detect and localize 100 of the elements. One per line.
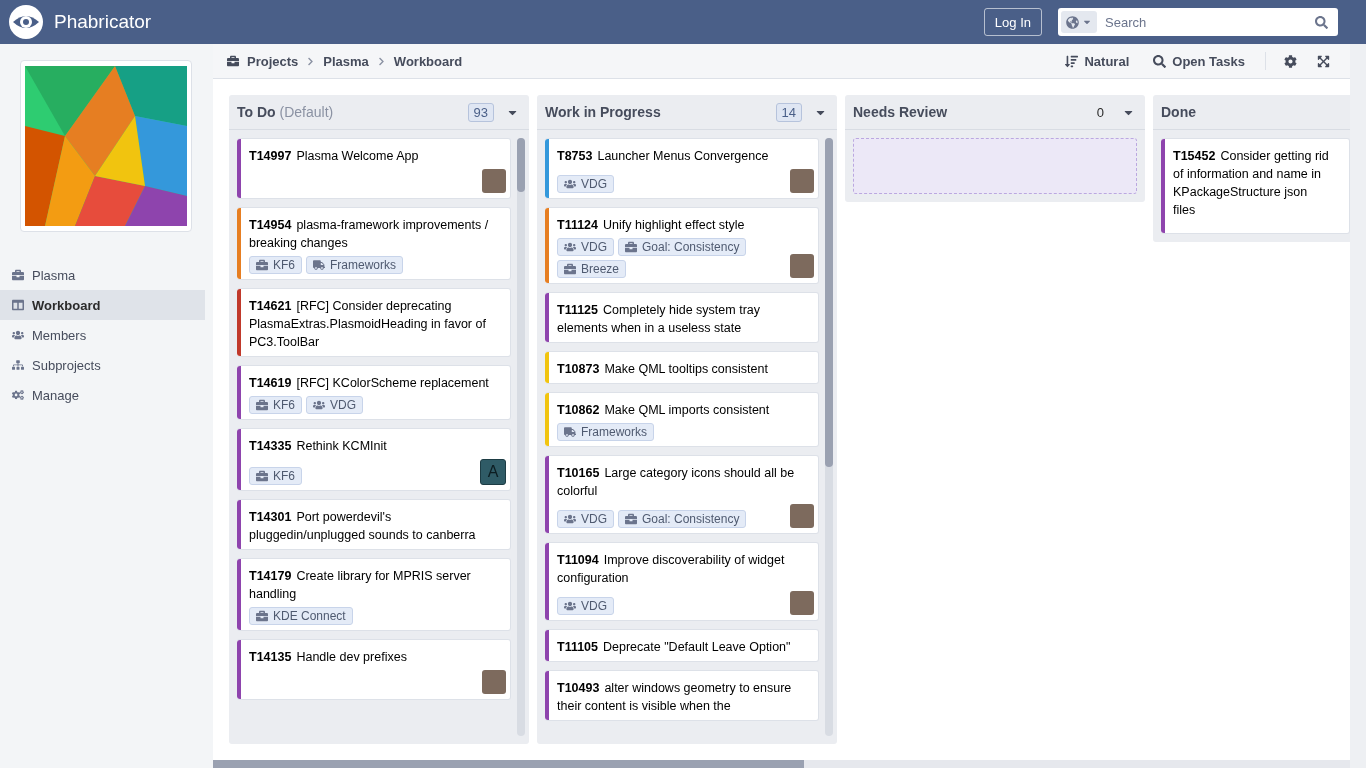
briefcase-icon bbox=[625, 241, 637, 253]
avatar-photo-placeholder bbox=[790, 504, 814, 528]
briefcase-icon bbox=[256, 399, 268, 411]
task-title[interactable]: T14179 Create library for MPRIS server handling bbox=[249, 567, 506, 603]
task-card[interactable]: T14135 Handle dev prefixes bbox=[237, 639, 511, 700]
task-title[interactable]: T15452 Consider getting rid of information and name in KPackageStructure json files bbox=[1173, 147, 1345, 219]
scope-dropdown[interactable] bbox=[1061, 11, 1097, 33]
scrollbar[interactable] bbox=[517, 138, 525, 736]
task-title[interactable]: T10165 Large category icons should all be colorful bbox=[557, 464, 814, 500]
briefcase-icon bbox=[227, 55, 239, 67]
avatar-photo-placeholder bbox=[482, 169, 506, 193]
task-count: 93 bbox=[467, 102, 494, 122]
task-card[interactable]: T14621 [RFC] Consider deprecating PlasmaExtras.PlasmoidHeading in favor of PC3.ToolBar bbox=[237, 288, 511, 357]
sidebar-item[interactable]: Workboard bbox=[0, 290, 205, 320]
search-icon bbox=[1153, 54, 1167, 68]
briefcase-icon bbox=[564, 263, 576, 275]
project-tag[interactable]: Goal: Consistency bbox=[618, 238, 747, 256]
project-tag[interactable]: VDG bbox=[557, 238, 614, 256]
project-tag[interactable]: VDG bbox=[557, 175, 614, 193]
task-card[interactable]: T14954 plasma-framework improvements / breaking changes KF6 Frameworks bbox=[237, 207, 511, 280]
task-title[interactable]: T11094 Improve discoverability of widget configuration bbox=[557, 551, 814, 587]
task-title[interactable]: T11124 Unify highlight effect style bbox=[557, 216, 814, 234]
search-button[interactable] bbox=[1309, 8, 1338, 36]
task-card[interactable]: T10493 alter windows geometry to ensure their content is visible when the bbox=[545, 670, 819, 721]
briefcase-icon bbox=[256, 470, 268, 482]
task-title[interactable]: T10862 Make QML imports consistent bbox=[557, 401, 814, 419]
avatar-photo-placeholder bbox=[790, 591, 814, 615]
task-title[interactable]: T14619 [RFC] KColorScheme replacement bbox=[249, 374, 506, 392]
column-title: Needs Review bbox=[853, 104, 949, 120]
project-tag[interactable]: KF6 bbox=[249, 467, 302, 485]
task-title[interactable]: T14301 Port powerdevil's pluggedin/unplugged sounds to canberra bbox=[249, 508, 506, 544]
toolbar-button[interactable]: Open Tasks bbox=[1145, 53, 1253, 69]
search-field[interactable]: Search bbox=[1097, 8, 1309, 36]
sidebar-item[interactable]: Plasma bbox=[0, 260, 205, 290]
column-title: Done bbox=[1161, 104, 1197, 120]
users-icon bbox=[564, 241, 576, 253]
briefcase-icon bbox=[625, 513, 637, 525]
login-button[interactable]: Log In bbox=[983, 8, 1042, 36]
avatar-photo-placeholder bbox=[790, 169, 814, 193]
breadcrumb-link[interactable]: Workboard bbox=[393, 53, 463, 69]
project-tag[interactable]: VDG bbox=[557, 510, 614, 528]
gears-icon bbox=[12, 389, 24, 401]
briefcase-icon bbox=[12, 269, 24, 281]
chevron-icon bbox=[376, 56, 386, 66]
task-title[interactable]: T10493 alter windows geometry to ensure their content is visible when the bbox=[557, 679, 814, 715]
task-count: 0 bbox=[1095, 103, 1105, 122]
breadcrumb-link[interactable]: Projects bbox=[247, 53, 299, 69]
truck-icon bbox=[564, 426, 576, 438]
task-card[interactable]: T14335 Rethink KCMInit KF6 A bbox=[237, 428, 511, 491]
breadcrumb-link[interactable]: Plasma bbox=[323, 53, 369, 69]
task-card[interactable]: T10165 Large category icons should all be colorful VDG Goal: Consistency bbox=[545, 455, 819, 534]
task-count: 14 bbox=[775, 102, 802, 122]
task-title[interactable]: T10873 Make QML tooltips consistent bbox=[557, 360, 814, 378]
task-title[interactable]: T14954 plasma-framework improvements / breaking changes bbox=[249, 216, 506, 252]
sidebar-item[interactable]: Subprojects bbox=[0, 350, 205, 380]
column-title: Work in Progress bbox=[545, 104, 662, 120]
horizontal-scrollbar[interactable] bbox=[213, 760, 1350, 768]
task-card[interactable]: T14997 Plasma Welcome App bbox=[237, 138, 511, 199]
search-icon bbox=[1315, 15, 1328, 29]
project-tag[interactable]: KF6 bbox=[249, 396, 302, 414]
task-card[interactable]: T14301 Port powerdevil's pluggedin/unplugged sounds to canberra bbox=[237, 499, 511, 550]
project-tag[interactable]: KDE Connect bbox=[249, 607, 353, 625]
task-title[interactable]: T8753 Launcher Menus Convergence bbox=[557, 147, 814, 165]
task-card[interactable]: T11094 Improve discoverability of widget configuration VDG bbox=[545, 542, 819, 621]
letter-avatar: A bbox=[480, 459, 506, 485]
scrollbar[interactable] bbox=[825, 138, 833, 736]
sidebar-item[interactable]: Manage bbox=[0, 380, 205, 410]
task-card[interactable]: T14619 [RFC] KColorScheme replacement KF6 VDG bbox=[237, 365, 511, 420]
project-tag[interactable]: Frameworks bbox=[306, 256, 404, 274]
avatar-photo-placeholder bbox=[482, 670, 506, 694]
task-title[interactable]: T14997 Plasma Welcome App bbox=[249, 147, 506, 165]
project-tag[interactable]: VDG bbox=[557, 597, 614, 615]
project-tag[interactable]: VDG bbox=[306, 396, 364, 414]
task-title[interactable]: T14621 [RFC] Consider deprecating PlasmaExtras.PlasmoidHeading in favor of PC3.ToolBar bbox=[249, 297, 506, 351]
task-title[interactable]: T11105 Deprecate "Default Leave Option" bbox=[557, 638, 814, 656]
task-card[interactable]: T10873 Make QML tooltips consistent bbox=[545, 351, 819, 384]
truck-icon bbox=[313, 259, 325, 271]
task-card[interactable]: T11124 Unify highlight effect style VDG Goal: Consistency Breeze bbox=[545, 207, 819, 284]
app-name[interactable]: Phabricator bbox=[54, 11, 152, 33]
project-tag[interactable]: KF6 bbox=[249, 256, 302, 274]
task-card[interactable]: T11125 Completely hide system tray elements when in a useless state bbox=[545, 292, 819, 343]
project-tag[interactable]: Breeze bbox=[557, 260, 627, 278]
vertical-scrollbar[interactable] bbox=[1350, 44, 1366, 768]
task-card[interactable]: T11105 Deprecate "Default Leave Option" bbox=[545, 629, 819, 662]
sort-icon bbox=[1065, 54, 1079, 68]
board-icon bbox=[12, 299, 24, 311]
sidebar-item[interactable]: Members bbox=[0, 320, 205, 350]
project-tag[interactable]: Frameworks bbox=[557, 423, 654, 441]
globe-icon bbox=[1066, 15, 1079, 29]
task-card[interactable]: T14179 Create library for MPRIS server handling KDE Connect bbox=[237, 558, 511, 631]
task-card[interactable]: T10862 Make QML imports consistent Frameworks bbox=[545, 392, 819, 447]
task-title[interactable]: T14335 Rethink KCMInit bbox=[249, 437, 506, 455]
briefcase-icon bbox=[256, 259, 268, 271]
users-icon bbox=[12, 329, 24, 341]
task-card[interactable]: T8753 Launcher Menus Convergence VDG bbox=[545, 138, 819, 199]
toolbar-button[interactable]: Natural bbox=[1057, 53, 1138, 69]
task-title[interactable]: T14135 Handle dev prefixes bbox=[249, 648, 506, 666]
task-card[interactable]: T15452 Consider getting rid of information and name in KPackageStructure json files bbox=[1161, 138, 1350, 234]
task-title[interactable]: T11125 Completely hide system tray elements when in a useless state bbox=[557, 301, 814, 337]
project-tag[interactable]: Goal: Consistency bbox=[618, 510, 747, 528]
